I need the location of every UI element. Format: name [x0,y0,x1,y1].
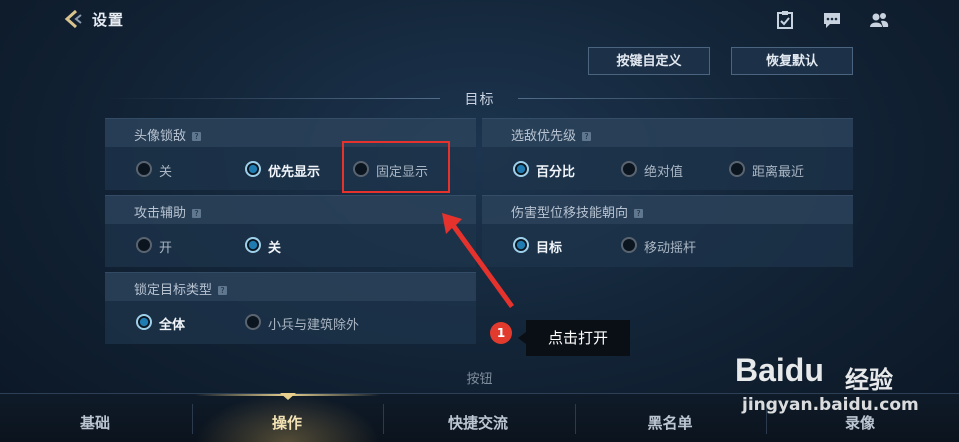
panel-title-text: 头像锁敌 [134,129,187,144]
help-icon[interactable]: ? [218,286,228,295]
radio-button-selected[interactable] [513,161,529,177]
option-label: 距离最近 [752,165,805,180]
panel-title-text: 伤害型位移技能朝向 [511,206,629,221]
panel-attack-assist: 攻击辅助? 开 关 [105,195,476,267]
panel-target-priority: 选敌优先级? 百分比 绝对值 距离最近 [482,118,853,190]
panel-title-text: 锁定目标类型 [134,283,213,298]
radio-button[interactable] [245,314,261,330]
radio-button-selected[interactable] [136,314,152,330]
panel-title: 选敌优先级? [511,125,592,144]
radio-button[interactable] [136,237,152,253]
radio-button[interactable] [729,161,745,177]
help-icon[interactable]: ? [582,132,592,141]
friends-icon[interactable] [869,10,889,30]
active-tab-caret-icon [280,393,296,400]
help-icon[interactable]: ? [192,132,202,141]
tab-separator [575,404,576,434]
radio-button[interactable] [621,161,637,177]
option-label: 小兵与建筑除外 [268,318,360,333]
restore-default-button[interactable]: 恢复默认 [731,47,853,75]
option-label: 关 [159,165,173,180]
back-chevron-icon[interactable] [62,8,84,30]
chat-icon[interactable] [822,10,842,30]
section-title-target: 目标 [464,92,495,108]
radio-button-selected[interactable] [245,237,261,253]
option-label: 优先显示 [268,165,321,180]
panel-title: 锁定目标类型? [134,279,228,298]
panel-title: 伤害型位移技能朝向? [511,202,644,221]
radio-button[interactable] [136,161,152,177]
page-title: 设置 [92,11,125,29]
watermark-logo: Baidu [735,352,824,388]
option-label: 百分比 [536,165,576,180]
option-label: 关 [268,241,282,256]
panel-title-text: 选敌优先级 [511,129,577,144]
clipboard-icon[interactable] [775,10,795,30]
radio-button-selected[interactable] [245,161,261,177]
option-label: 目标 [536,241,563,256]
tip-tooltip: 点击打开 [518,320,630,356]
panel-lock-target-type: 锁定目标类型? 全体 小兵与建筑除外 [105,272,476,344]
tab-separator [192,404,193,434]
tab-basic[interactable]: 基础 [35,412,155,433]
tab-replay[interactable]: 录像 [800,412,920,433]
help-icon[interactable]: ? [192,209,202,218]
watermark-brand: 经验 [845,366,893,394]
watermark-url: jingyan.baidu.com [742,395,919,415]
option-label: 绝对值 [644,165,684,180]
annotation-arrow-icon [442,213,514,308]
tab-controls[interactable]: 操作 [227,412,347,433]
tab-quick-chat[interactable]: 快捷交流 [418,412,538,433]
panel-title-text: 攻击辅助 [134,206,187,221]
tab-blacklist[interactable]: 黑名单 [610,412,730,433]
custom-keys-button[interactable]: 按键自定义 [588,47,710,75]
tab-separator [383,404,384,434]
step-badge: 1 [490,322,512,344]
radio-button[interactable] [621,237,637,253]
option-label: 移动摇杆 [644,241,697,256]
top-bar: 设置 [0,0,959,40]
panel-title: 攻击辅助? [134,202,202,221]
panel-damage-skill-direction: 伤害型位移技能朝向? 目标 移动摇杆 [482,195,853,267]
help-icon[interactable]: ? [634,209,644,218]
option-label: 全体 [159,318,186,333]
highlight-box [342,141,450,193]
option-label: 开 [159,241,173,256]
panel-title: 头像锁敌? [134,125,202,144]
